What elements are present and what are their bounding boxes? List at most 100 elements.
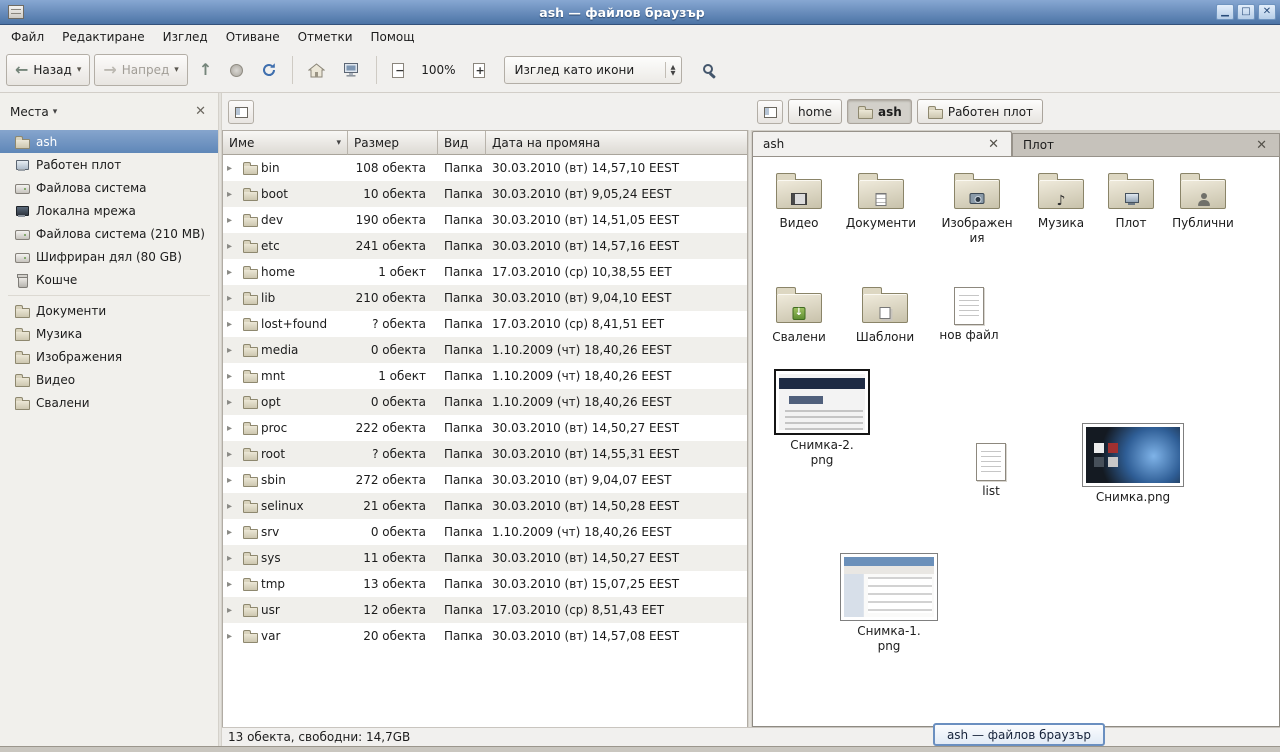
- expander-icon[interactable]: [227, 397, 239, 408]
- column-header-name[interactable]: Име ▾: [223, 131, 348, 155]
- table-row[interactable]: mnt 1 обект Папка 1.10.2009 (чт) 18,40,2…: [223, 363, 747, 389]
- reload-button[interactable]: [254, 54, 284, 86]
- zoom-in-button[interactable]: [466, 54, 492, 86]
- right-pane-toggle-button[interactable]: [757, 100, 783, 124]
- table-row[interactable]: opt 0 обекта Папка 1.10.2009 (чт) 18,40,…: [223, 389, 747, 415]
- expander-icon[interactable]: [227, 215, 239, 226]
- table-row[interactable]: bin 108 обекта Папка 30.03.2010 (вт) 14,…: [223, 155, 747, 181]
- icon-view-item[interactable]: list: [949, 439, 1033, 499]
- icon-view-item[interactable]: Снимка-2. png: [767, 369, 877, 468]
- icon-view-item[interactable]: Публични: [1161, 169, 1245, 231]
- forward-dropdown-icon[interactable]: ▾: [174, 65, 179, 75]
- up-button[interactable]: ↑: [192, 54, 219, 86]
- expander-icon[interactable]: [227, 553, 239, 564]
- expander-icon[interactable]: [227, 475, 239, 486]
- table-row[interactable]: etc 241 обекта Папка 30.03.2010 (вт) 14,…: [223, 233, 747, 259]
- sidebar-item[interactable]: Файлова система: [0, 176, 218, 199]
- table-row[interactable]: home 1 обект Папка 17.03.2010 (ср) 10,38…: [223, 259, 747, 285]
- expander-icon[interactable]: [227, 527, 239, 538]
- computer-button[interactable]: [336, 54, 368, 86]
- expander-icon[interactable]: [227, 449, 239, 460]
- icon-view[interactable]: Видео Документи: [752, 157, 1280, 727]
- icon-view-item[interactable]: Видео: [757, 169, 841, 231]
- breadcrumb-ash[interactable]: ash: [847, 99, 912, 124]
- breadcrumb-desktop[interactable]: Работен плот: [917, 99, 1043, 124]
- back-button[interactable]: ← Назад ▾: [6, 54, 90, 86]
- sidebar-close-icon[interactable]: ✕: [191, 104, 210, 119]
- table-row[interactable]: proc 222 обекта Папка 30.03.2010 (вт) 14…: [223, 415, 747, 441]
- expander-icon[interactable]: [227, 293, 239, 304]
- expander-icon[interactable]: [227, 423, 239, 434]
- menu-item[interactable]: Помощ: [362, 27, 424, 47]
- left-pane-toggle-button[interactable]: [228, 100, 254, 124]
- sidebar-item[interactable]: Изображения: [0, 345, 218, 368]
- sidebar-item[interactable]: Локална мрежа: [0, 199, 218, 222]
- breadcrumb-home[interactable]: home: [788, 99, 842, 124]
- stop-button[interactable]: [223, 54, 250, 86]
- icon-view-item[interactable]: Шаблони: [843, 283, 927, 345]
- expander-icon[interactable]: [227, 241, 239, 252]
- tab-desktop[interactable]: Плот ✕: [1012, 133, 1280, 156]
- expander-icon[interactable]: [227, 579, 239, 590]
- forward-button[interactable]: → Напред ▾: [94, 54, 187, 86]
- sidebar-item[interactable]: Видео: [0, 368, 218, 391]
- column-header-size[interactable]: Размер: [348, 131, 438, 155]
- sidebar-item[interactable]: Работен плот: [0, 153, 218, 176]
- tab-close-icon[interactable]: ✕: [1254, 138, 1269, 153]
- expander-icon[interactable]: [227, 371, 239, 382]
- close-icon[interactable]: ✕: [1258, 4, 1276, 20]
- table-row[interactable]: sys 11 обекта Папка 30.03.2010 (вт) 14,5…: [223, 545, 747, 571]
- table-row[interactable]: media 0 обекта Папка 1.10.2009 (чт) 18,4…: [223, 337, 747, 363]
- sidebar-item[interactable]: [0, 291, 218, 299]
- taskbar-window-button[interactable]: ash — файлов браузър: [933, 723, 1105, 746]
- table-row[interactable]: dev 190 обекта Папка 30.03.2010 (вт) 14,…: [223, 207, 747, 233]
- expander-icon[interactable]: [227, 189, 239, 200]
- sidebar-item[interactable]: Свалени: [0, 391, 218, 414]
- sidebar-item[interactable]: Музика: [0, 322, 218, 345]
- table-row[interactable]: tmp 13 обекта Папка 30.03.2010 (вт) 15,0…: [223, 571, 747, 597]
- chevron-down-icon[interactable]: ▾: [53, 107, 58, 117]
- back-dropdown-icon[interactable]: ▾: [77, 65, 82, 75]
- expander-icon[interactable]: [227, 631, 239, 642]
- column-header-kind[interactable]: Вид: [438, 131, 486, 155]
- icon-view-item[interactable]: Снимка.png: [1075, 423, 1191, 505]
- table-row[interactable]: boot 10 обекта Папка 30.03.2010 (вт) 9,0…: [223, 181, 747, 207]
- menu-item[interactable]: Файл: [2, 27, 53, 47]
- spinner-arrows-icon[interactable]: ▲▼: [665, 62, 681, 78]
- icon-view-item[interactable]: Снимка-1. png: [831, 553, 947, 654]
- view-mode-select[interactable]: Изглед като икони ▲▼: [504, 56, 682, 84]
- menu-item[interactable]: Редактиране: [53, 27, 154, 47]
- table-row[interactable]: sbin 272 обекта Папка 30.03.2010 (вт) 9,…: [223, 467, 747, 493]
- minimize-icon[interactable]: ▁: [1216, 4, 1234, 20]
- menu-item[interactable]: Изглед: [154, 27, 217, 47]
- icon-view-item[interactable]: нов файл: [927, 283, 1011, 343]
- table-row[interactable]: selinux 21 обекта Папка 30.03.2010 (вт) …: [223, 493, 747, 519]
- sidebar-item[interactable]: Документи: [0, 299, 218, 322]
- icon-view-item[interactable]: Свалени: [757, 283, 841, 345]
- menu-item[interactable]: Отиване: [217, 27, 289, 47]
- search-button[interactable]: [694, 54, 724, 86]
- expander-icon[interactable]: [227, 163, 239, 174]
- expander-icon[interactable]: [227, 605, 239, 616]
- table-row[interactable]: srv 0 обекта Папка 1.10.2009 (чт) 18,40,…: [223, 519, 747, 545]
- column-header-date[interactable]: Дата на промяна: [486, 131, 747, 155]
- sidebar-title[interactable]: Места: [10, 105, 49, 119]
- menu-item[interactable]: Отметки: [289, 27, 362, 47]
- expander-icon[interactable]: [227, 319, 239, 330]
- expander-icon[interactable]: [227, 267, 239, 278]
- sidebar-item[interactable]: Шифриран дял (80 GB): [0, 245, 218, 268]
- expander-icon[interactable]: [227, 501, 239, 512]
- table-row[interactable]: root ? обекта Папка 30.03.2010 (вт) 14,5…: [223, 441, 747, 467]
- table-row[interactable]: var 20 обекта Папка 30.03.2010 (вт) 14,5…: [223, 623, 747, 649]
- zoom-out-button[interactable]: [385, 54, 411, 86]
- table-row[interactable]: lib 210 обекта Папка 30.03.2010 (вт) 9,0…: [223, 285, 747, 311]
- home-button[interactable]: [301, 54, 332, 86]
- icon-view-item[interactable]: Документи: [839, 169, 923, 231]
- icon-view-item[interactable]: Изображен ия: [935, 169, 1019, 246]
- maximize-icon[interactable]: □: [1237, 4, 1255, 20]
- expander-icon[interactable]: [227, 345, 239, 356]
- tab-ash[interactable]: ash ✕: [752, 131, 1012, 156]
- sidebar-item[interactable]: Кошче: [0, 268, 218, 291]
- table-row[interactable]: lost+found ? обекта Папка 17.03.2010 (ср…: [223, 311, 747, 337]
- table-row[interactable]: usr 12 обекта Папка 17.03.2010 (ср) 8,51…: [223, 597, 747, 623]
